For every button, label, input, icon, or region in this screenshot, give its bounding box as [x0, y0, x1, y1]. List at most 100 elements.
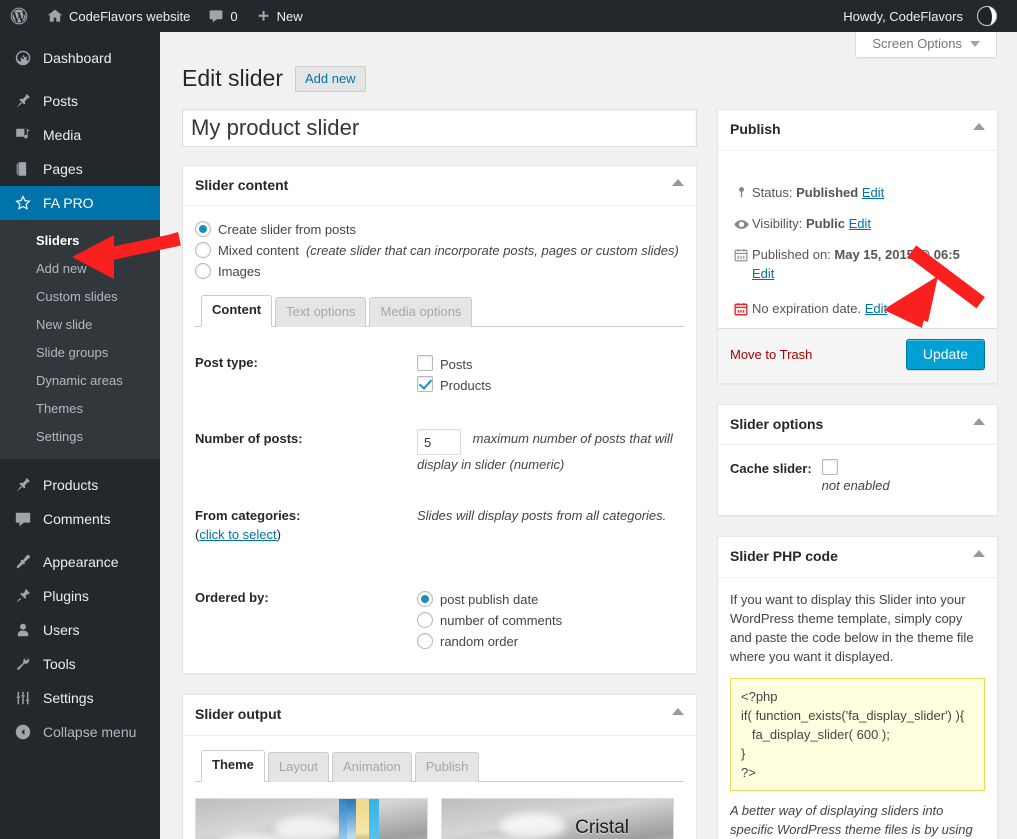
slider-output-heading: Slider output	[183, 695, 696, 736]
radio-random-order[interactable]	[417, 633, 433, 650]
publish-misc-actions: Status: Published Edit Visibility: Publi…	[718, 151, 997, 328]
submenu-item-settings[interactable]: Settings	[0, 423, 160, 451]
update-button[interactable]: Update	[905, 338, 985, 370]
columns: Slider content Create slider from posts …	[182, 109, 998, 839]
expiration-label: No expiration date.	[752, 300, 862, 316]
number-of-posts-input[interactable]	[417, 429, 461, 456]
tab-publish[interactable]: Publish	[414, 751, 480, 782]
slider-content-panel: Slider content Create slider from posts …	[182, 164, 697, 675]
sidebar-item-users[interactable]: Users	[0, 613, 160, 647]
site-name-menu[interactable]: CodeFlavors website	[38, 0, 199, 32]
post-type-label: Post type:	[195, 355, 258, 371]
collapse-toggle-icon[interactable]	[672, 178, 684, 186]
theme-thumb-1[interactable]	[195, 797, 428, 839]
tab-theme[interactable]: Theme	[201, 749, 265, 782]
submenu-item-custom-slides[interactable]: Custom slides	[0, 283, 160, 311]
submenu-item-dynamic-areas[interactable]: Dynamic areas	[0, 367, 160, 395]
edit-visibility-link[interactable]: Edit	[849, 214, 871, 233]
collapse-toggle-icon[interactable]	[973, 550, 985, 558]
comments-menu[interactable]: 0	[199, 0, 246, 32]
order-option-comments[interactable]: number of comments	[417, 611, 684, 630]
add-new-button[interactable]: Add new	[294, 66, 366, 92]
tab-layout[interactable]: Layout	[267, 751, 329, 782]
sidebar-item-dashboard[interactable]: Dashboard	[0, 41, 160, 75]
click-to-select-link[interactable]: click to select	[199, 527, 276, 542]
collapse-toggle-icon[interactable]	[672, 708, 684, 716]
sidebar-item-label: Media	[43, 127, 82, 143]
radio-create-from-posts[interactable]	[195, 221, 211, 238]
plus-icon	[258, 10, 268, 21]
edit-status-link[interactable]: Edit	[862, 183, 884, 202]
source-option-images[interactable]: Images	[195, 262, 684, 281]
submenu-item-new-slide[interactable]: New slide	[0, 311, 160, 339]
sliders-icon	[13, 688, 33, 708]
slider-title-input[interactable]	[182, 109, 697, 147]
new-content-label: New	[276, 8, 303, 24]
source-option-label: Images	[218, 264, 261, 280]
sidebar-item-media[interactable]: Media	[0, 118, 160, 152]
edit-published-date-link[interactable]: Edit	[752, 266, 774, 281]
submenu-item-themes[interactable]: Themes	[0, 395, 160, 423]
sidebar-item-pages[interactable]: Pages	[0, 152, 160, 186]
checkbox-products[interactable]	[417, 376, 433, 393]
radio-images[interactable]	[195, 263, 211, 280]
php-code-snippet[interactable]: <?php if( function_exists('fa_display_sl…	[730, 677, 985, 791]
order-option-label: random order	[440, 634, 519, 650]
post-type-options: Posts Products	[417, 353, 684, 397]
source-option-mixed[interactable]: Mixed content (create slider that can in…	[195, 241, 684, 260]
sidebar-collapse-menu[interactable]: Collapse menu	[0, 715, 160, 749]
radio-number-of-comments[interactable]	[417, 612, 433, 629]
checkbox-posts[interactable]	[417, 355, 433, 372]
howdy-label: Howdy, CodeFlavors	[843, 8, 963, 24]
tab-text-options[interactable]: Text options	[275, 297, 367, 328]
sidebar-item-appearance[interactable]: Appearance	[0, 545, 160, 579]
radio-post-publish-date[interactable]	[417, 591, 433, 608]
order-option-random[interactable]: random order	[417, 632, 684, 651]
post-type-option-label: Products	[440, 378, 492, 394]
post-type-posts[interactable]: Posts	[417, 355, 684, 374]
screen-meta-links: Screen Options	[855, 32, 997, 60]
radio-mixed-content[interactable]	[195, 242, 211, 259]
screen-options-label: Screen Options	[872, 36, 962, 51]
my-account-menu[interactable]: Howdy, CodeFlavors	[834, 0, 1017, 32]
column-side: Publish Status: Published Edit Visibilit…	[717, 109, 998, 839]
sidebar-item-plugins[interactable]: Plugins	[0, 579, 160, 613]
tab-animation[interactable]: Animation	[331, 751, 412, 782]
tab-content[interactable]: Content	[201, 295, 273, 328]
from-categories-link-wrap: (click to select)	[195, 527, 281, 542]
sidebar-item-products[interactable]: Products	[0, 468, 160, 502]
theme-thumbnails: Cristal Full background image slider.	[183, 782, 696, 839]
cache-slider-row: Cache slider: not enabled	[730, 459, 985, 493]
collapse-toggle-icon[interactable]	[973, 417, 985, 425]
admin-bar: CodeFlavors website 0 New Howdy, CodeFla…	[0, 0, 1017, 32]
visibility-value: Public	[805, 215, 845, 231]
sidebar-item-tools[interactable]: Tools	[0, 647, 160, 681]
edit-expiration-link[interactable]: Edit	[865, 299, 887, 318]
submenu-item-sliders[interactable]: Sliders	[0, 227, 160, 255]
new-content-menu[interactable]: New	[247, 0, 312, 32]
menu-spacer	[0, 75, 160, 84]
sidebar-item-settings[interactable]: Settings	[0, 681, 160, 715]
checkbox-cache-slider[interactable]	[821, 459, 838, 476]
brush-icon	[13, 552, 33, 572]
pin-icon	[13, 91, 33, 111]
sidebar-item-fa-pro[interactable]: FA PRO	[0, 186, 168, 220]
screen-options-button[interactable]: Screen Options	[855, 32, 997, 58]
sidebar-item-comments[interactable]: Comments	[0, 502, 160, 536]
order-option-publish-date[interactable]: post publish date	[417, 590, 684, 609]
theme-thumb-2[interactable]: Cristal Full background image slider.	[441, 797, 674, 839]
wp-logo-menu[interactable]	[0, 0, 38, 32]
tab-media-options[interactable]: Media options	[369, 297, 473, 328]
source-option-posts[interactable]: Create slider from posts	[195, 220, 684, 239]
submenu-item-add-new[interactable]: Add new	[0, 255, 160, 283]
post-type-products[interactable]: Products	[417, 376, 684, 395]
star-icon	[13, 193, 33, 213]
status-label: Status:	[752, 184, 793, 200]
submenu-item-slide-groups[interactable]: Slide groups	[0, 339, 160, 367]
slider-options-panel: Slider options Cache slider: not enabled	[717, 403, 998, 517]
content-tab-panel: Post type: Posts Products Number of post…	[183, 327, 696, 673]
sidebar-item-posts[interactable]: Posts	[0, 84, 160, 118]
move-to-trash-link[interactable]: Move to Trash	[730, 347, 812, 362]
home-icon	[47, 9, 63, 22]
collapse-toggle-icon[interactable]	[973, 123, 985, 130]
